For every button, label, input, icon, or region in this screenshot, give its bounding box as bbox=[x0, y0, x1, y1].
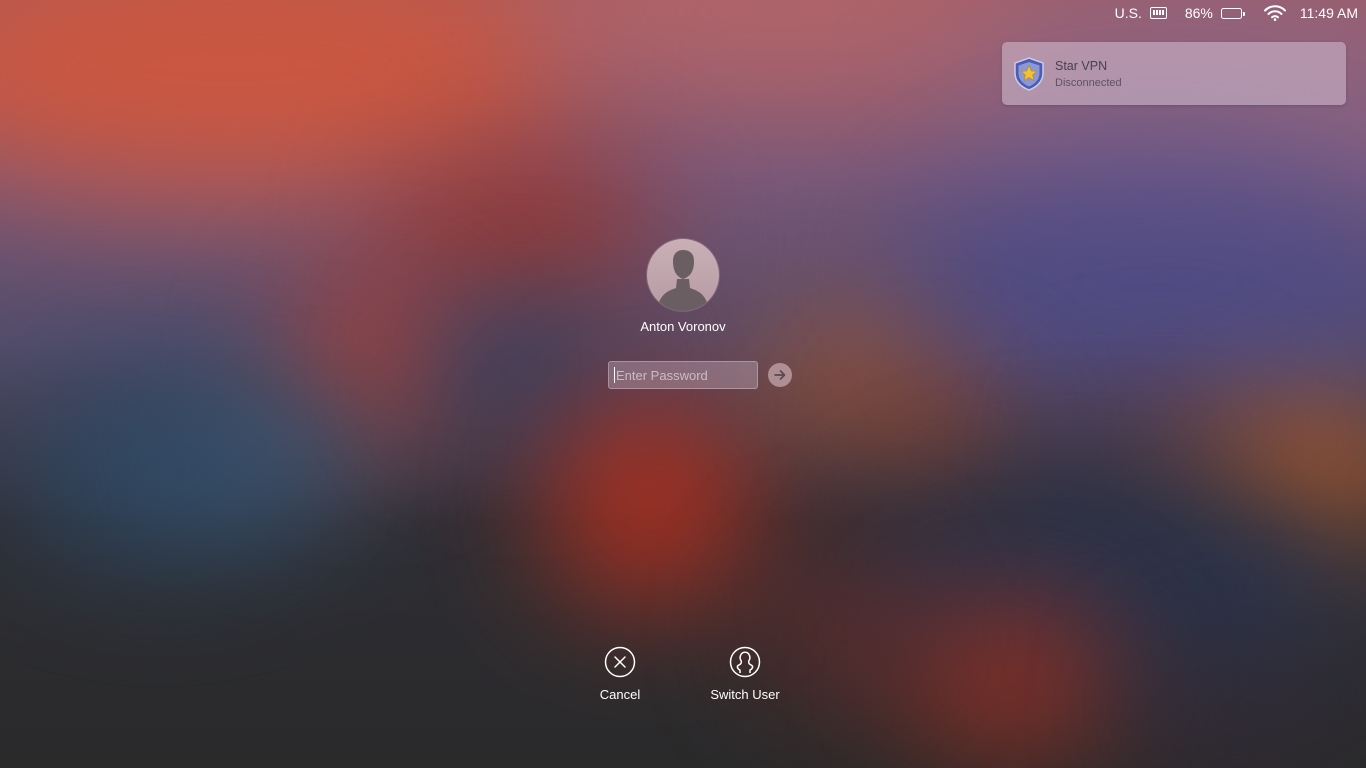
user-silhouette-icon bbox=[657, 250, 709, 311]
notification-title: Star VPN bbox=[1055, 58, 1108, 73]
notification-subtitle: Disconnected bbox=[1055, 76, 1122, 89]
wifi-icon[interactable] bbox=[1263, 5, 1286, 21]
switch-user-label: Switch User bbox=[710, 687, 780, 702]
login-submit-button[interactable] bbox=[768, 363, 792, 387]
battery-icon[interactable] bbox=[1220, 7, 1245, 19]
cancel-label: Cancel bbox=[599, 687, 641, 702]
cancel-button[interactable]: Cancel bbox=[580, 646, 660, 702]
user-name: Anton Voronov bbox=[640, 319, 726, 334]
switch-user-button[interactable]: Switch User bbox=[695, 646, 795, 702]
user-avatar[interactable] bbox=[647, 239, 719, 311]
keyboard-icon[interactable] bbox=[1149, 7, 1167, 19]
vpn-notification[interactable]: Star VPN Disconnected bbox=[1002, 42, 1346, 105]
star-vpn-shield-icon bbox=[1014, 56, 1044, 91]
input-source-label[interactable]: U.S. bbox=[1115, 5, 1142, 21]
notification-text: Star VPN Disconnected bbox=[1055, 59, 1122, 89]
close-circle-icon bbox=[604, 646, 636, 678]
arrow-right-icon bbox=[774, 370, 786, 380]
battery-percent[interactable]: 86% bbox=[1185, 5, 1213, 21]
menu-bar-status-area: U.S. 86% 11:49 AM bbox=[1115, 0, 1366, 26]
password-input[interactable] bbox=[608, 361, 758, 389]
text-cursor bbox=[614, 367, 615, 383]
user-circle-icon bbox=[729, 646, 761, 678]
menu-bar-clock[interactable]: 11:49 AM bbox=[1300, 5, 1358, 21]
